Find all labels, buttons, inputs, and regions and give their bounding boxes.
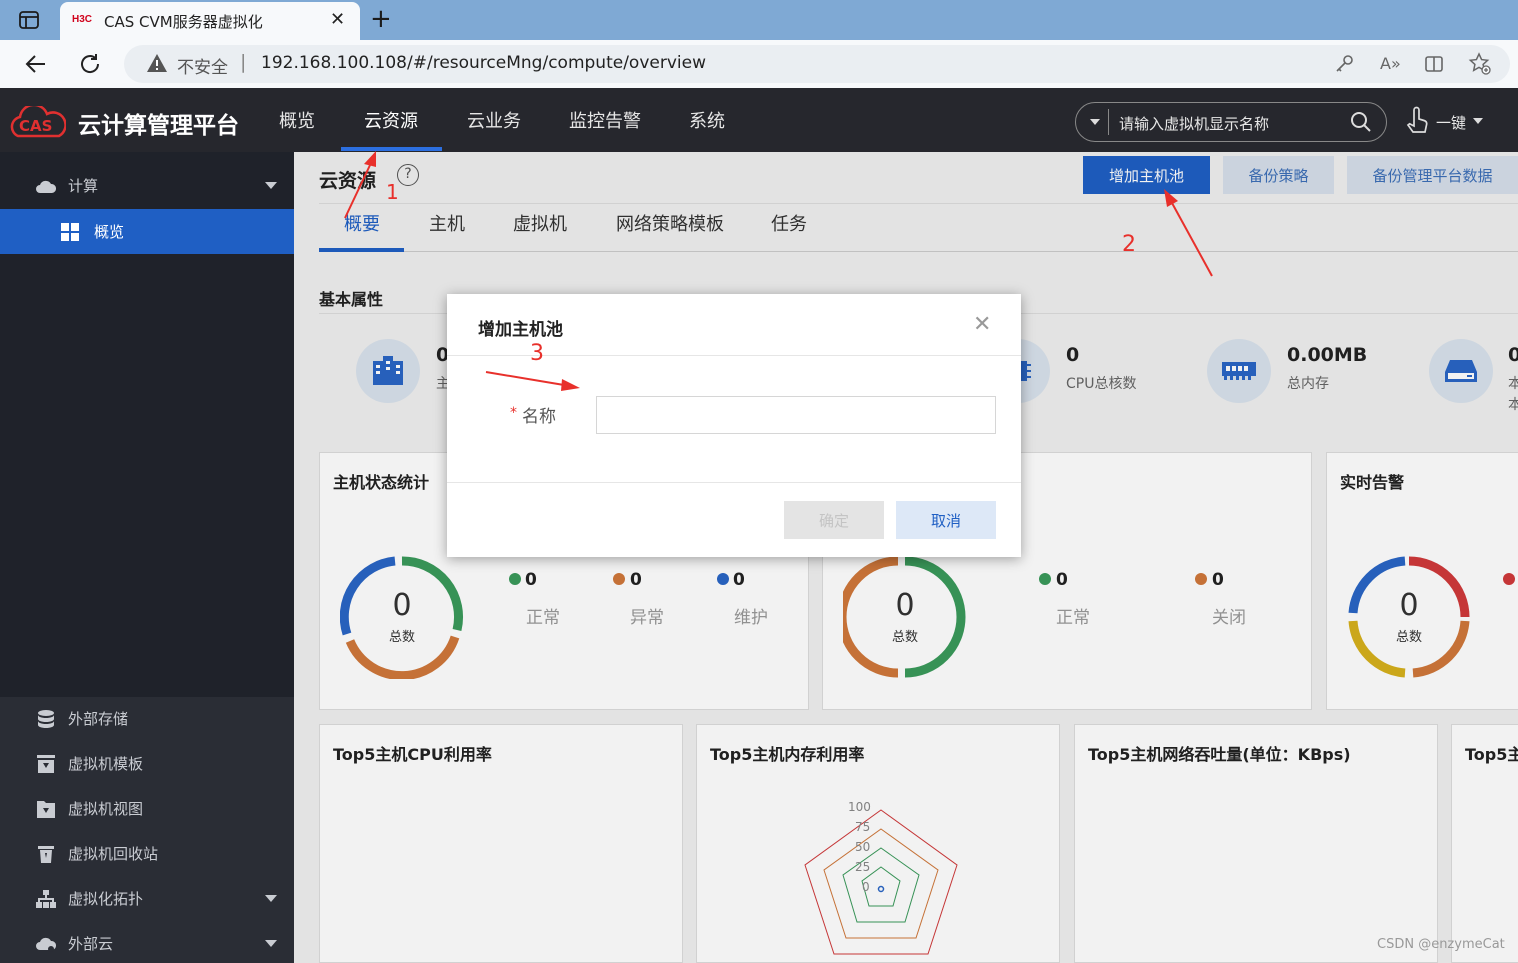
url-text: 192.168.100.108/#/resourceMng/compute/ov… — [261, 53, 706, 73]
modal-overlay — [294, 152, 1518, 963]
user-menu-label[interactable]: 一键 — [1436, 112, 1466, 133]
required-mark: * — [510, 405, 517, 421]
url-field[interactable]: 不安全 | 192.168.100.108/#/resourceMng/comp… — [124, 45, 1510, 83]
vm-search-box: 请输入虚拟机显示名称 — [1075, 102, 1387, 142]
sidebar-item-label: 虚拟机回收站 — [68, 845, 159, 863]
annotation-label-1: 1 — [386, 180, 399, 204]
name-input[interactable] — [596, 396, 996, 434]
sidebar-item-label: 外部存储 — [68, 710, 129, 728]
favorites-icon[interactable] — [1468, 52, 1492, 80]
new-tab-icon[interactable]: + — [370, 4, 392, 34]
folder-view-icon — [37, 800, 55, 818]
sidebar-item-label: 虚拟化拓扑 — [68, 890, 144, 908]
security-label: 不安全 — [177, 58, 228, 78]
read-aloud-icon[interactable]: A» — [1380, 54, 1401, 73]
key-icon[interactable] — [1334, 54, 1354, 78]
h3c-favicon: H3C — [72, 14, 93, 25]
template-icon — [37, 754, 55, 773]
app-title: 云计算管理平台 — [78, 113, 239, 139]
sidebar-item-topology[interactable]: 虚拟化拓扑 — [0, 876, 294, 921]
sidebar-item-label: 概览 — [94, 223, 125, 241]
name-field-label: 名称 — [522, 407, 556, 427]
cloud-settings-icon — [36, 937, 56, 952]
dialog-title: 增加主机池 — [478, 320, 563, 340]
chevron-down-icon — [265, 895, 277, 902]
back-icon[interactable] — [24, 52, 48, 80]
dashboard-icon — [61, 222, 79, 241]
nav-system[interactable]: 系统 — [689, 88, 725, 152]
cloud-icon — [36, 180, 56, 193]
warning-icon — [146, 53, 168, 77]
nav-active-indicator — [341, 147, 442, 151]
add-host-pool-dialog: 增加主机池 ✕ * 名称 确定 取消 — [447, 294, 1021, 557]
sidebar-item-overview[interactable]: 概览 — [0, 209, 294, 254]
sidebar-item-external-cloud[interactable]: 外部云 — [0, 921, 294, 963]
close-icon[interactable]: ✕ — [973, 312, 991, 337]
database-icon — [38, 709, 54, 728]
user-menu-dropdown-icon[interactable] — [1473, 118, 1483, 124]
watermark: CSDN @enzymeCat — [1377, 937, 1505, 952]
sidebar-item-vm-views[interactable]: 虚拟机视图 — [0, 786, 294, 831]
reload-icon[interactable] — [78, 52, 102, 80]
search-input[interactable]: 请输入虚拟机显示名称 — [1119, 113, 1269, 134]
chevron-down-icon — [265, 940, 277, 947]
search-scope-dropdown-icon[interactable] — [1090, 119, 1100, 125]
url-divider: | — [240, 51, 247, 73]
tab-close-icon[interactable]: ✕ — [330, 9, 345, 30]
split-screen-icon[interactable] — [1424, 54, 1444, 78]
nav-monitoring[interactable]: 监控告警 — [569, 88, 641, 152]
nav-cloud-business[interactable]: 云业务 — [467, 88, 521, 152]
tab-actions-icon[interactable] — [18, 10, 40, 30]
confirm-button[interactable]: 确定 — [784, 501, 884, 539]
browser-tab[interactable]: H3C CAS CVM服务器虚拟化 ✕ — [60, 2, 360, 40]
sidebar-item-vm-recycle-bin[interactable]: 虚拟机回收站 — [0, 831, 294, 876]
sidebar-item-label: 计算 — [68, 177, 99, 195]
sidebar-item-external-storage[interactable]: 外部存储 — [0, 696, 294, 741]
sidebar-item-vm-templates[interactable]: 虚拟机模板 — [0, 741, 294, 786]
topology-icon — [36, 889, 56, 908]
annotation-label-2: 2 — [1122, 232, 1136, 257]
annotation-label-3: 3 — [530, 341, 544, 366]
trash-icon — [38, 845, 54, 863]
touch-icon[interactable] — [1405, 106, 1429, 140]
search-divider — [1108, 109, 1109, 135]
search-icon[interactable] — [1350, 111, 1372, 137]
nav-overview[interactable]: 概览 — [279, 88, 315, 152]
sidebar-item-compute[interactable]: 计算 — [0, 163, 294, 208]
chevron-down-icon — [265, 182, 277, 189]
sidebar-item-label: 虚拟机模板 — [68, 755, 144, 773]
tab-title: CAS CVM服务器虚拟化 — [104, 13, 263, 31]
logo-text: CAS — [19, 117, 53, 135]
sidebar-item-label: 虚拟机视图 — [68, 800, 144, 818]
nav-cloud-resources[interactable]: 云资源 — [364, 88, 418, 152]
cancel-button[interactable]: 取消 — [896, 501, 996, 539]
cas-logo: CAS — [10, 103, 67, 140]
sidebar-item-label: 外部云 — [68, 935, 114, 953]
dialog-footer-divider — [447, 482, 1021, 483]
